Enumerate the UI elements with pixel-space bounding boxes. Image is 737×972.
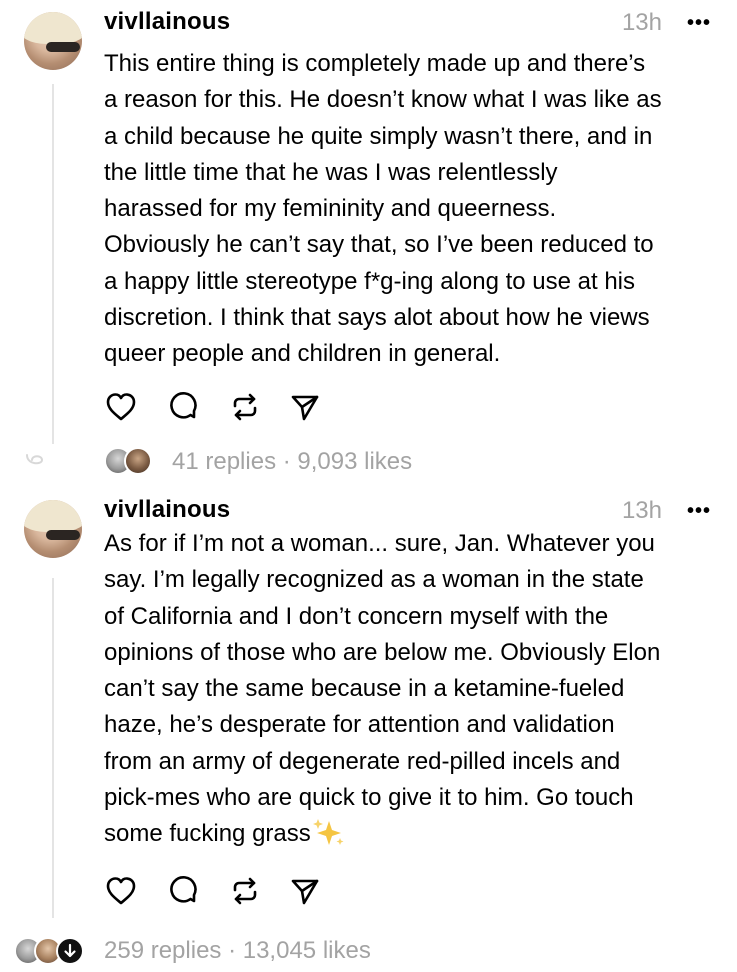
thread-line (52, 84, 54, 444)
more-options-icon[interactable]: ••• (687, 12, 711, 35)
username[interactable]: vivllainous (104, 496, 230, 524)
heart-icon (106, 393, 136, 421)
like-button[interactable] (104, 874, 138, 908)
post-time: 13h (621, 9, 662, 36)
repost-icon (233, 393, 257, 421)
reply-button[interactable] (166, 874, 200, 908)
reply-button[interactable] (166, 390, 200, 424)
post-stats[interactable]: 259 replies · 13,045 likes (104, 937, 371, 965)
post-body: This entire thing is completely made up … (104, 50, 662, 368)
send-icon (291, 395, 319, 421)
like-button[interactable] (104, 390, 138, 424)
repost-button[interactable] (228, 390, 262, 424)
avatar[interactable] (24, 12, 82, 70)
scroll-down-button[interactable] (56, 937, 84, 965)
post-body-text: As for if I’m not a woman... sure, Jan. … (104, 530, 661, 848)
share-button[interactable] (288, 390, 322, 424)
repost-button[interactable] (228, 874, 262, 908)
thread-loop-icon (26, 454, 44, 465)
post-actions (104, 390, 344, 424)
post-body: As for if I’m not a woman... sure, Jan. … (104, 526, 720, 853)
send-icon (291, 879, 319, 905)
sparkles-icon (312, 819, 344, 846)
comment-bubble-icon (170, 876, 197, 903)
post-time: 13h (621, 497, 662, 524)
avatar[interactable] (24, 500, 82, 558)
comment-bubble-icon (170, 392, 197, 419)
post-stats[interactable]: 41 replies · 9,093 likes (172, 448, 412, 476)
thread-post: vivllainous 13h ••• As for if I’m not a … (0, 488, 737, 972)
username[interactable]: vivllainous (104, 8, 230, 36)
post-actions (104, 874, 344, 908)
repost-icon (233, 877, 257, 905)
thread-post: vivllainous 13h ••• This entire thing is… (0, 0, 737, 488)
arrow-down-icon (64, 943, 76, 958)
thread-line (52, 578, 54, 918)
heart-icon (106, 877, 136, 905)
more-options-icon[interactable]: ••• (687, 500, 711, 523)
reply-avatars (14, 937, 98, 965)
reply-avatar (124, 447, 152, 475)
share-button[interactable] (288, 874, 322, 908)
reply-avatars (104, 447, 160, 475)
